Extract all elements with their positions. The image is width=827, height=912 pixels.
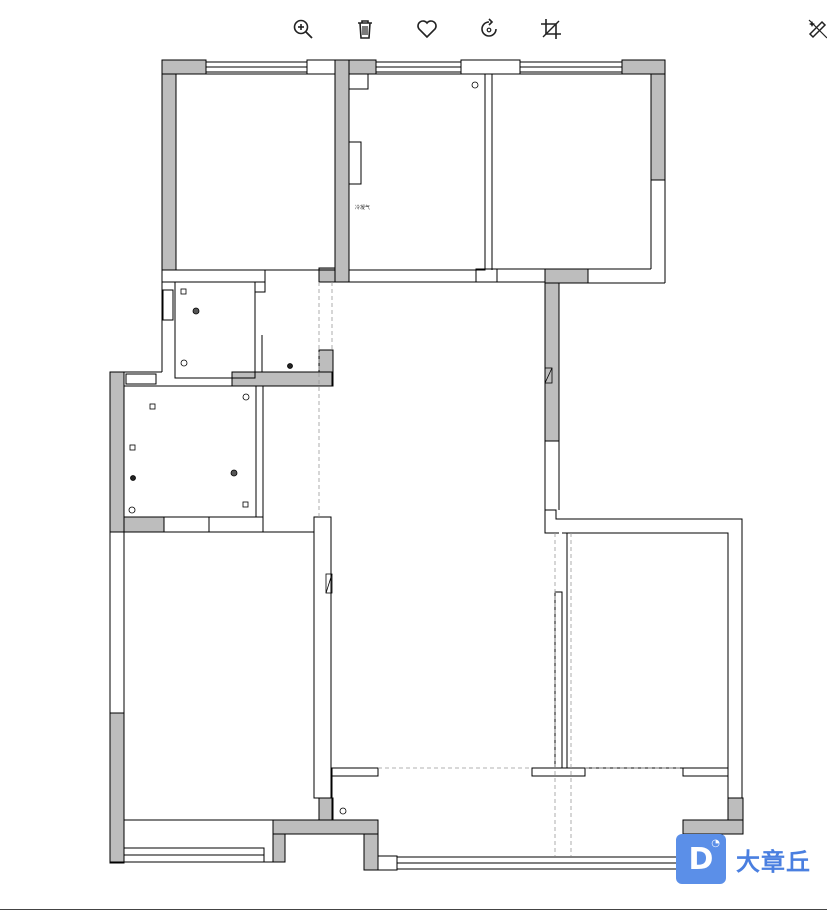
brand-name: 大章丘 (736, 847, 811, 876)
bottom-divider (0, 909, 827, 910)
floor-plan: 冷凝气 (109, 59, 744, 871)
brand-logo: D ◔ (676, 834, 726, 884)
wall-segments (109, 59, 744, 871)
outline-walls (109, 61, 743, 871)
brand-watermark: D ◔ 大章丘 (676, 834, 811, 884)
signal-icon: ◔ (711, 838, 720, 849)
dashed-guides (318, 282, 683, 856)
brand-logo-letter: D (688, 841, 714, 877)
room-label: 冷凝气 (355, 204, 370, 211)
